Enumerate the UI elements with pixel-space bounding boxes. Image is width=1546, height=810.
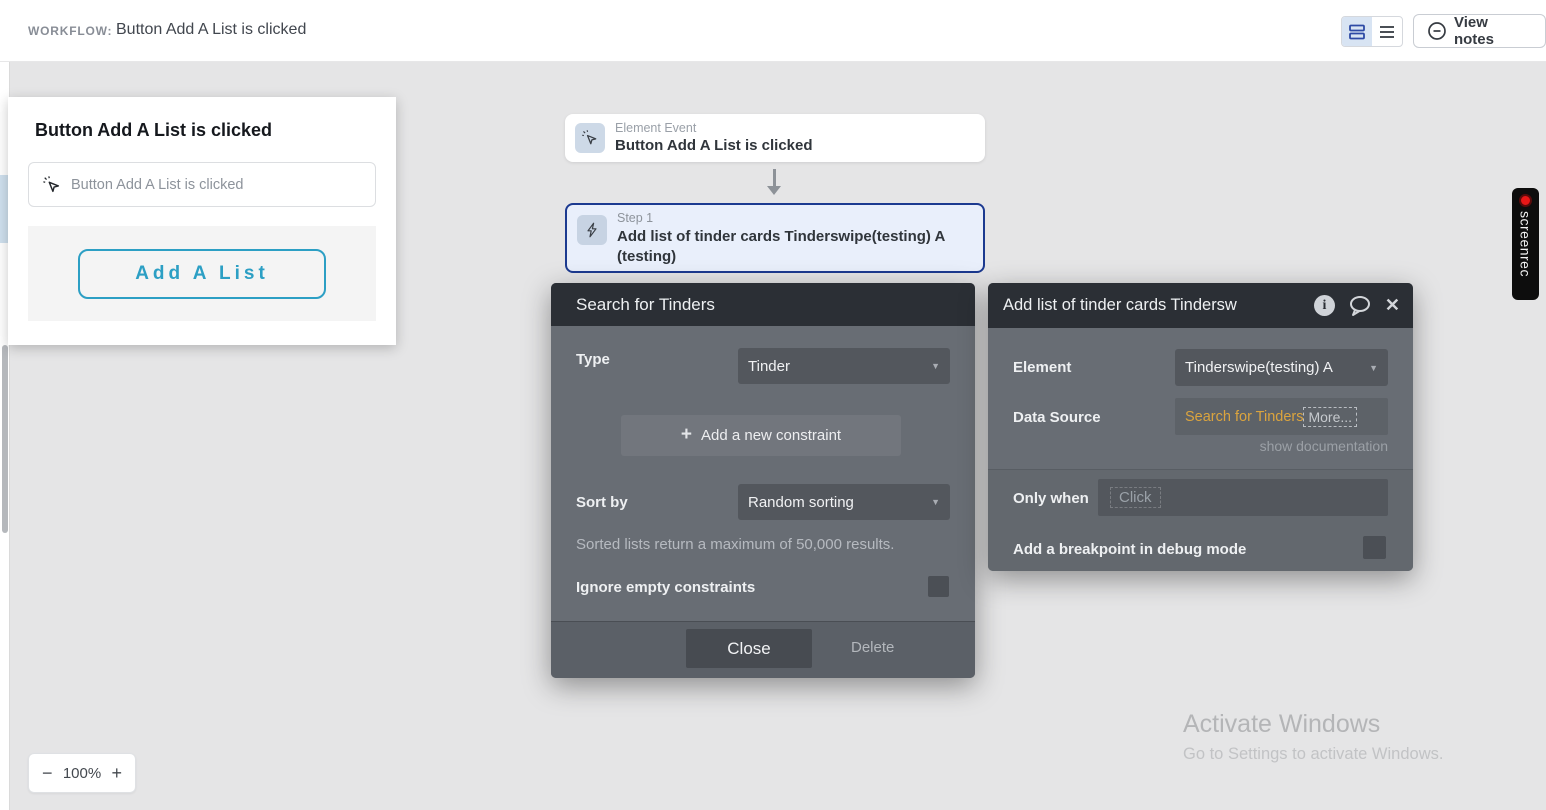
chevron-down-icon: ▼ xyxy=(931,497,940,507)
top-bar: WORKFLOW: Button Add A List is clicked xyxy=(0,0,1546,62)
type-label: Type xyxy=(576,351,610,368)
search-modal-footer: Close Delete xyxy=(551,621,975,678)
info-icon[interactable]: i xyxy=(1314,295,1335,316)
sorted-lists-note: Sorted lists return a maximum of 50,000 … xyxy=(576,536,894,553)
cursor-click-icon xyxy=(42,175,62,195)
element-event-icon-box xyxy=(575,123,605,153)
close-icon[interactable]: ✕ xyxy=(1385,295,1400,316)
list-view-toggle[interactable] xyxy=(1372,17,1402,46)
zoom-control: − 100% + xyxy=(28,753,136,793)
data-source-field[interactable]: Search for TindersMore... xyxy=(1175,398,1388,435)
ignore-empty-constraints-label: Ignore empty constraints xyxy=(576,579,755,596)
plus-icon: + xyxy=(681,424,692,446)
view-toggle-group xyxy=(1341,16,1403,47)
cursor-click-icon xyxy=(581,129,599,147)
zoom-out-button[interactable]: − xyxy=(42,764,53,782)
event-name-field[interactable]: Button Add A List is clicked xyxy=(28,162,376,207)
action-bolt-icon-box xyxy=(577,215,607,245)
step-card-title: Add list of tinder cards Tinderswipe(tes… xyxy=(617,227,962,267)
view-notes-button[interactable]: View notes xyxy=(1413,14,1546,48)
workflow-title: Button Add A List is clicked xyxy=(116,21,306,39)
header-icons: i ✕ xyxy=(1314,295,1400,317)
element-label: Element xyxy=(1013,359,1071,376)
ignore-empty-constraints-checkbox[interactable] xyxy=(928,576,949,597)
chevron-down-icon: ▼ xyxy=(931,361,940,371)
search-for-tinders-modal: Search for Tinders Type Tinder ▼ + Add a… xyxy=(551,283,975,678)
connector-arrow xyxy=(773,169,776,186)
only-when-placeholder: Click xyxy=(1110,487,1161,508)
add-constraint-button[interactable]: + Add a new constraint xyxy=(621,415,901,456)
comment-bubble-icon[interactable] xyxy=(1348,295,1372,317)
card-view-toggle[interactable] xyxy=(1342,17,1372,46)
connector-arrow-head xyxy=(767,186,781,195)
card-view-icon xyxy=(1348,23,1366,41)
workflow-event-card[interactable]: Element Event Button Add A List is click… xyxy=(565,114,985,162)
view-notes-label: View notes xyxy=(1454,14,1532,48)
data-source-label: Data Source xyxy=(1013,409,1101,426)
type-dropdown[interactable]: Tinder ▼ xyxy=(738,348,950,384)
step-number-label: Step 1 xyxy=(617,211,653,225)
panel-title: Button Add A List is clicked xyxy=(35,120,272,141)
lightning-bolt-icon xyxy=(584,222,600,238)
only-when-section: Only when Click Add a breakpoint in debu… xyxy=(988,469,1413,571)
zoom-in-button[interactable]: + xyxy=(111,764,122,782)
data-source-more-button[interactable]: More... xyxy=(1303,407,1357,427)
event-card-title: Button Add A List is clicked xyxy=(615,137,813,154)
action-modal-header: Add list of tinder cards Tindersw i ✕ xyxy=(988,283,1413,328)
list-view-icon xyxy=(1378,23,1396,41)
workflow-step-card[interactable]: Step 1 Add list of tinder cards Tindersw… xyxy=(565,203,985,273)
search-modal-header: Search for Tinders xyxy=(551,283,975,326)
screenrec-banner: screenrec xyxy=(1512,188,1539,300)
element-dropdown[interactable]: Tinderswipe(testing) A ▼ xyxy=(1175,349,1388,386)
note-bubble-icon xyxy=(1427,21,1447,41)
only-when-input[interactable]: Click xyxy=(1098,479,1388,516)
sort-by-value: Random sorting xyxy=(748,494,854,511)
only-when-label: Only when xyxy=(1013,490,1089,507)
element-value: Tinderswipe(testing) A xyxy=(1185,359,1333,376)
breakpoint-checkbox[interactable] xyxy=(1363,536,1386,559)
screenrec-label: screenrec xyxy=(1518,211,1534,277)
zoom-level: 100% xyxy=(63,765,101,782)
activate-windows-subtext: Go to Settings to activate Windows. xyxy=(1183,745,1443,764)
type-value: Tinder xyxy=(748,358,790,375)
data-source-value[interactable]: Search for Tinders xyxy=(1185,409,1303,425)
search-modal-title: Search for Tinders xyxy=(576,295,715,315)
action-modal-title: Add list of tinder cards Tindersw xyxy=(1003,296,1314,315)
sort-by-label: Sort by xyxy=(576,494,628,511)
activate-windows-watermark: Activate Windows xyxy=(1183,710,1380,739)
workflow-editor-screen: WORKFLOW: Button Add A List is clicked xyxy=(0,0,1546,810)
event-properties-panel: Button Add A List is clicked Button Add … xyxy=(8,97,396,345)
workflow-label: WORKFLOW: xyxy=(28,24,112,38)
breakpoint-label: Add a breakpoint in debug mode xyxy=(1013,541,1246,558)
add-a-list-button-preview[interactable]: Add A List xyxy=(78,249,326,299)
sort-by-dropdown[interactable]: Random sorting ▼ xyxy=(738,484,950,520)
element-preview-area: Add A List xyxy=(28,226,376,321)
show-documentation-link[interactable]: show documentation xyxy=(1260,438,1388,454)
add-constraint-label: Add a new constraint xyxy=(701,427,841,444)
close-button[interactable]: Close xyxy=(686,629,812,668)
action-properties-modal: Add list of tinder cards Tindersw i ✕ El… xyxy=(988,283,1413,571)
chevron-down-icon: ▼ xyxy=(1369,363,1378,373)
delete-button[interactable]: Delete xyxy=(851,639,894,656)
record-dot-icon xyxy=(1519,194,1532,207)
scrollbar-thumb[interactable] xyxy=(2,345,8,533)
event-name-text: Button Add A List is clicked xyxy=(71,177,244,193)
event-type-label: Element Event xyxy=(615,121,696,135)
